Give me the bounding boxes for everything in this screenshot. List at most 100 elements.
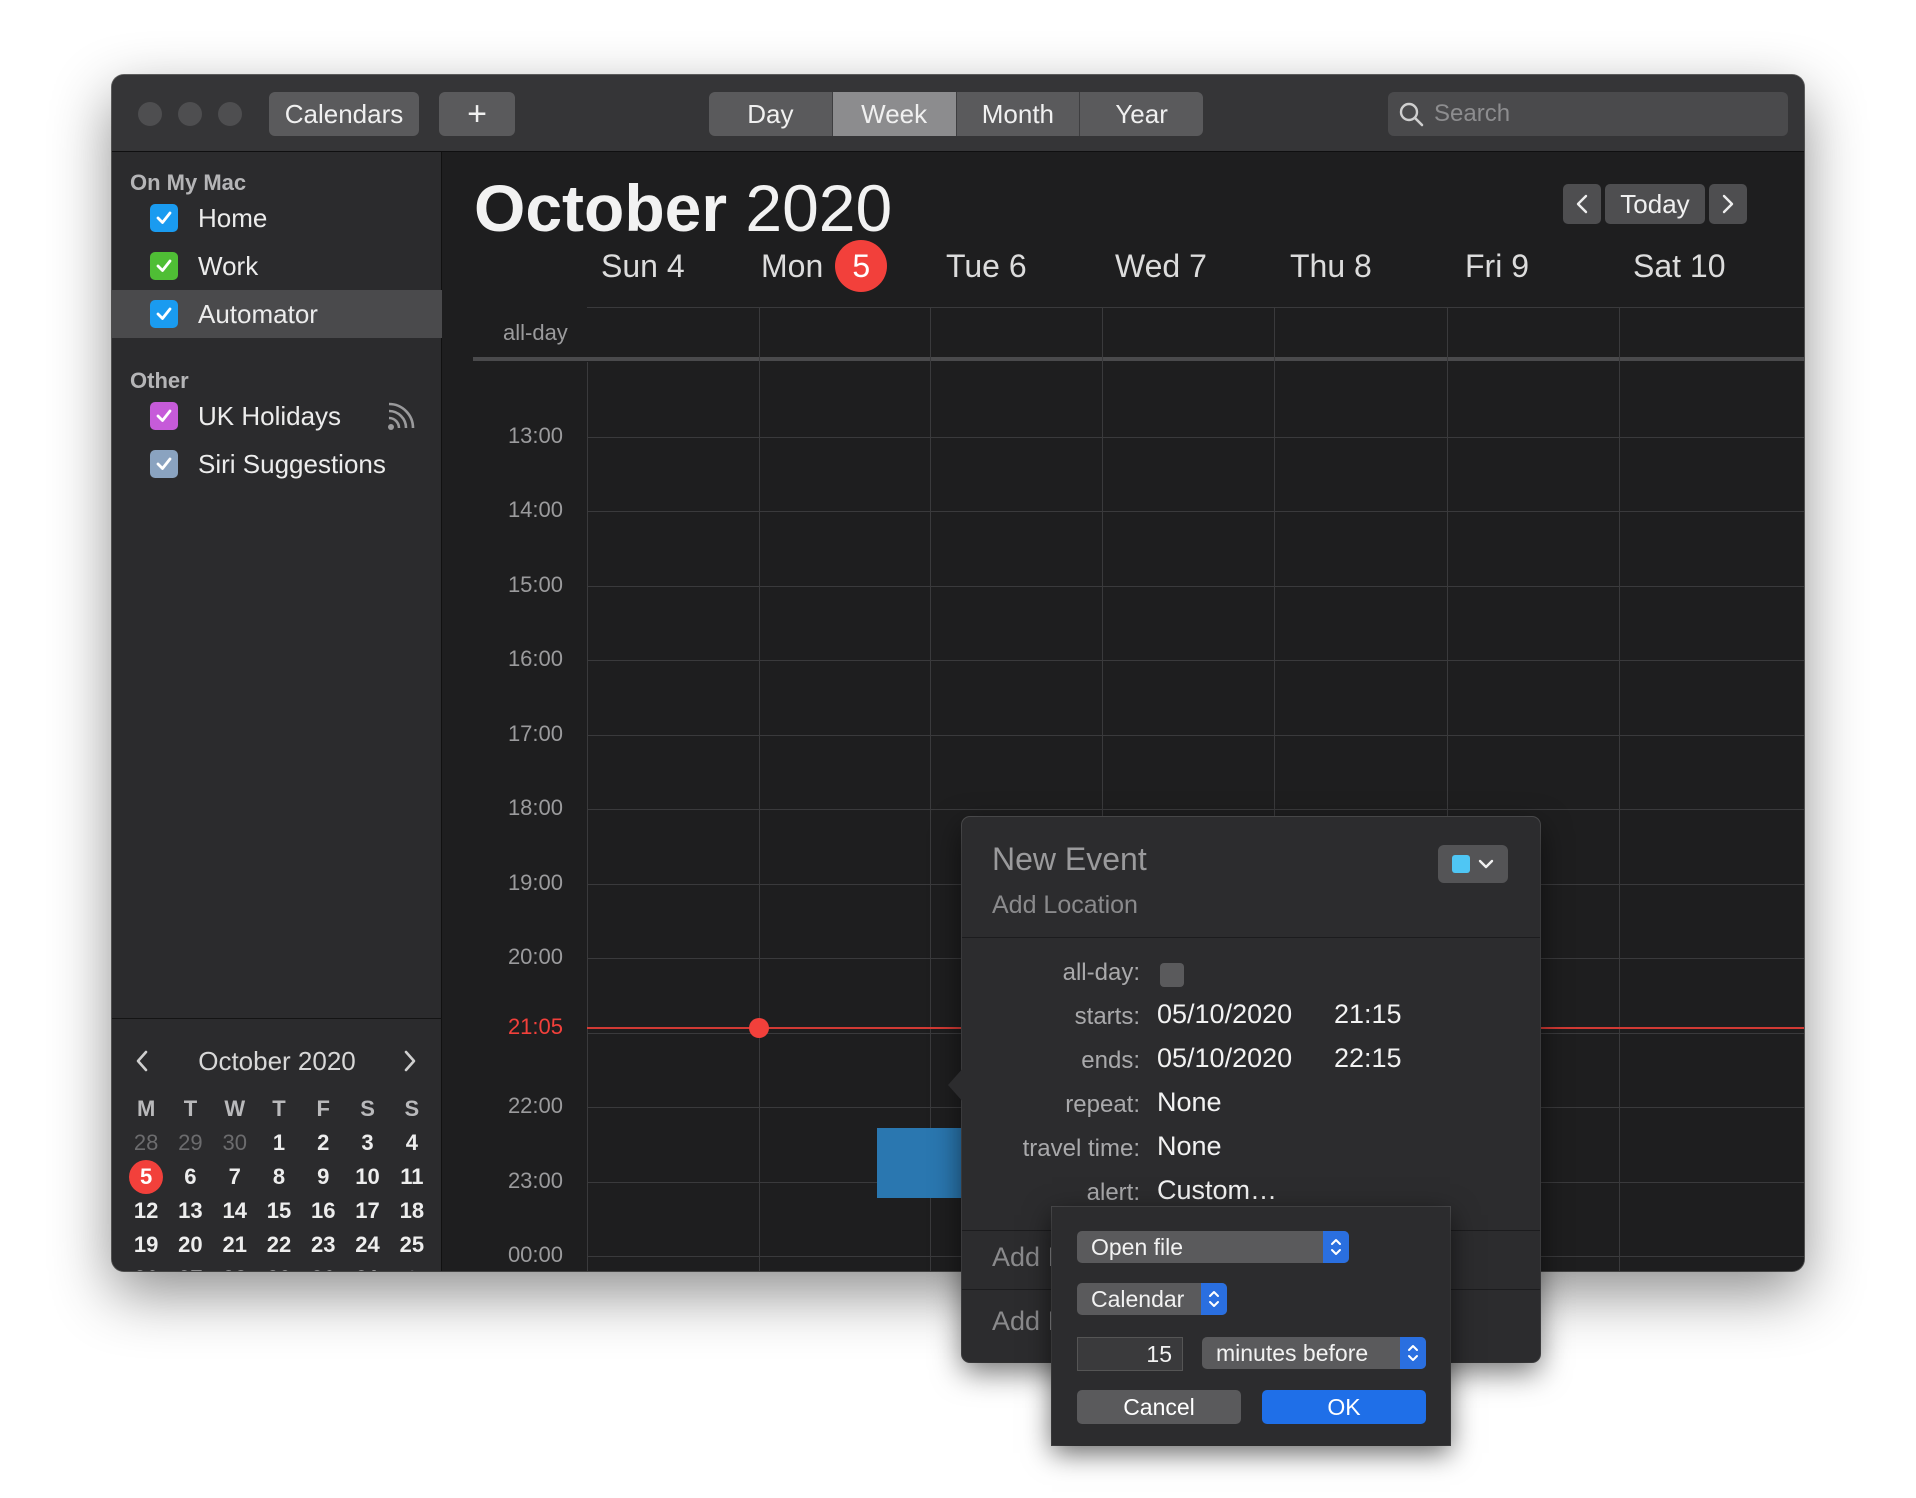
alert-unit-popup[interactable]: minutes before bbox=[1202, 1337, 1426, 1369]
calendar-item-work[interactable]: Work bbox=[112, 242, 442, 290]
mini-day[interactable]: 28 bbox=[124, 1126, 168, 1160]
all-day-checkbox[interactable] bbox=[1160, 963, 1184, 987]
checkbox-icon[interactable] bbox=[150, 204, 178, 232]
event-title-field[interactable]: New Event bbox=[992, 841, 1147, 878]
mini-weekday-label: F bbox=[316, 1096, 330, 1121]
mini-day[interactable]: 15 bbox=[257, 1194, 301, 1228]
alert-action-popup[interactable]: Open file bbox=[1077, 1231, 1349, 1263]
mini-day[interactable]: 1 bbox=[390, 1262, 434, 1271]
view-year-tab[interactable]: Year bbox=[1080, 92, 1203, 136]
mini-day[interactable]: 11 bbox=[390, 1160, 434, 1194]
view-week-tab[interactable]: Week bbox=[832, 92, 957, 136]
mini-weekday-label: M bbox=[136, 1096, 156, 1121]
calendar-label: Automator bbox=[198, 298, 318, 329]
hour-line bbox=[587, 511, 1804, 512]
day-header-thu[interactable]: Thu 8 bbox=[1290, 236, 1372, 296]
add-invitees-field[interactable]: Add I bbox=[992, 1242, 1055, 1273]
mini-day[interactable]: 31 bbox=[345, 1262, 389, 1271]
repeat-value[interactable]: None bbox=[1157, 1087, 1222, 1118]
mini-day[interactable]: 27 bbox=[168, 1262, 212, 1271]
mini-day[interactable]: 2 bbox=[301, 1126, 345, 1160]
mini-day[interactable]: 17 bbox=[345, 1194, 389, 1228]
mini-week-row: 28 29 30 1 2 3 4 bbox=[124, 1126, 434, 1160]
checkbox-icon[interactable] bbox=[150, 300, 178, 328]
toolbar: Calendars + Day Week Month Year Search bbox=[112, 75, 1804, 152]
mini-day[interactable]: 3 bbox=[345, 1126, 389, 1160]
popover-divider bbox=[962, 937, 1540, 938]
alert-value[interactable]: Custom… bbox=[1157, 1175, 1277, 1206]
mini-day[interactable]: 21 bbox=[213, 1228, 257, 1262]
hour-label: 20:00 bbox=[507, 944, 563, 969]
day-header-sat[interactable]: Sat 10 bbox=[1633, 236, 1726, 296]
mini-day[interactable]: 18 bbox=[390, 1194, 434, 1228]
mini-day[interactable]: 14 bbox=[213, 1194, 257, 1228]
mini-day[interactable]: 23 bbox=[301, 1228, 345, 1262]
date-navigation: Today bbox=[1563, 184, 1747, 224]
view-day-tab[interactable]: Day bbox=[709, 92, 833, 136]
mini-day[interactable]: 1 bbox=[257, 1126, 301, 1160]
mini-day[interactable]: 28 bbox=[213, 1262, 257, 1271]
mini-day[interactable]: 30 bbox=[213, 1126, 257, 1160]
close-window-button[interactable] bbox=[138, 102, 162, 126]
calendars-button[interactable]: Calendars bbox=[269, 92, 419, 136]
day-header-fri[interactable]: Fri 9 bbox=[1465, 236, 1529, 296]
add-notes-field[interactable]: Add I bbox=[992, 1306, 1055, 1337]
mini-day[interactable]: 4 bbox=[390, 1126, 434, 1160]
travel-time-value[interactable]: None bbox=[1157, 1131, 1222, 1162]
mini-day[interactable]: 10 bbox=[345, 1160, 389, 1194]
search-field[interactable]: Search bbox=[1388, 92, 1788, 136]
mini-day[interactable]: 24 bbox=[345, 1228, 389, 1262]
event-location-field[interactable]: Add Location bbox=[992, 891, 1138, 920]
view-month-tab[interactable]: Month bbox=[957, 92, 1081, 136]
day-header-mon[interactable]: Mon 5 bbox=[761, 236, 888, 296]
starts-date[interactable]: 05/10/2020 bbox=[1157, 999, 1292, 1030]
mini-day[interactable]: 13 bbox=[168, 1194, 212, 1228]
next-week-button[interactable] bbox=[1709, 184, 1747, 224]
alert-amount-input[interactable]: 15 bbox=[1077, 1337, 1183, 1371]
mini-day[interactable]: 5 bbox=[124, 1160, 168, 1194]
ends-time[interactable]: 22:15 bbox=[1334, 1043, 1402, 1074]
calendar-item-uk-holidays[interactable]: UK Holidays bbox=[112, 392, 442, 440]
mini-day[interactable]: 25 bbox=[390, 1228, 434, 1262]
mini-day[interactable]: 22 bbox=[257, 1228, 301, 1262]
day-header-sun[interactable]: Sun 4 bbox=[601, 236, 685, 296]
alert-file-popup[interactable]: Calendar bbox=[1077, 1283, 1227, 1315]
hour-line bbox=[587, 660, 1804, 661]
mini-day[interactable]: 29 bbox=[168, 1126, 212, 1160]
page-title: October 2020 bbox=[474, 170, 892, 246]
hour-label: 00:00 bbox=[507, 1242, 563, 1267]
mini-day[interactable]: 19 bbox=[124, 1228, 168, 1262]
mini-day[interactable]: 20 bbox=[168, 1228, 212, 1262]
mini-day[interactable]: 30 bbox=[301, 1262, 345, 1271]
calendar-item-home[interactable]: Home bbox=[112, 194, 442, 242]
cancel-button[interactable]: Cancel bbox=[1077, 1390, 1241, 1424]
today-button[interactable]: Today bbox=[1605, 184, 1705, 224]
mini-day[interactable]: 9 bbox=[301, 1160, 345, 1194]
mini-day[interactable]: 6 bbox=[168, 1160, 212, 1194]
day-header-wed[interactable]: Wed 7 bbox=[1115, 236, 1207, 296]
previous-week-button[interactable] bbox=[1563, 184, 1601, 224]
zoom-window-button[interactable] bbox=[218, 102, 242, 126]
ok-button[interactable]: OK bbox=[1262, 1390, 1426, 1424]
checkbox-icon[interactable] bbox=[150, 450, 178, 478]
mini-next-month-button[interactable] bbox=[402, 1048, 418, 1080]
add-event-button[interactable]: + bbox=[439, 92, 515, 136]
checkbox-icon[interactable] bbox=[150, 402, 178, 430]
mini-day[interactable]: 8 bbox=[257, 1160, 301, 1194]
mini-day[interactable]: 16 bbox=[301, 1194, 345, 1228]
mini-day[interactable]: 7 bbox=[213, 1160, 257, 1194]
calendar-color-picker[interactable] bbox=[1438, 845, 1508, 883]
mini-day[interactable]: 26 bbox=[124, 1262, 168, 1271]
starts-time[interactable]: 21:15 bbox=[1334, 999, 1402, 1030]
calendar-item-siri-suggestions[interactable]: Siri Suggestions bbox=[112, 440, 442, 488]
day-header-tue[interactable]: Tue 6 bbox=[946, 236, 1027, 296]
mini-day[interactable]: 12 bbox=[124, 1194, 168, 1228]
checkbox-icon[interactable] bbox=[150, 252, 178, 280]
ends-date[interactable]: 05/10/2020 bbox=[1157, 1043, 1292, 1074]
calendar-label: UK Holidays bbox=[198, 400, 342, 431]
day-label: Sat 10 bbox=[1633, 247, 1726, 284]
current-time-dot bbox=[749, 1017, 769, 1038]
calendar-item-automator[interactable]: Automator bbox=[112, 290, 442, 338]
minimize-window-button[interactable] bbox=[178, 102, 202, 126]
mini-day[interactable]: 29 bbox=[257, 1262, 301, 1271]
